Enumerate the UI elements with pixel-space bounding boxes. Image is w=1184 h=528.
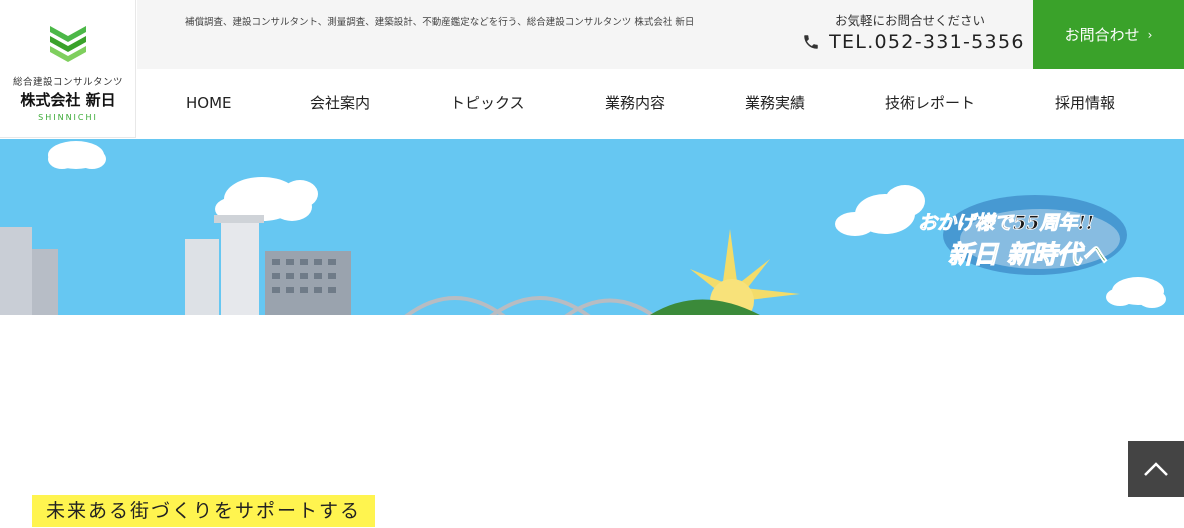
logo-subtitle: 総合建設コンサルタンツ (12, 77, 123, 88)
chevron-stack-logo-icon (50, 26, 86, 62)
nav-item-recruit[interactable]: 採用情報 (1055, 69, 1115, 138)
logo-roman-name: SHINNICHI (38, 113, 98, 122)
main-navigation: HOME 会社案内 トピックス 業務内容 業務実績 技術レポート 採用情報 (137, 69, 1184, 138)
bridge-illustration (404, 296, 656, 315)
slogan-heading: 未来ある街づくりをサポートする (32, 495, 376, 527)
nav-item-company[interactable]: 会社案内 (310, 69, 370, 138)
logo-company-name: 株式会社 新日 (20, 91, 116, 109)
chevron-right-icon: › (1147, 27, 1153, 42)
anniversary-badge: おかげ様で55周年!! 新日 新時代へ (918, 195, 1127, 275)
contact-button[interactable]: お問合わせ › (1033, 0, 1184, 69)
cloud-icon (1106, 277, 1166, 308)
cloud-icon (215, 177, 318, 221)
phone-icon (804, 35, 818, 49)
chevron-up-icon (1144, 462, 1168, 476)
nav-item-topics[interactable]: トピックス (450, 69, 525, 138)
phone-number: TEL.052-331-5356 (829, 31, 1025, 53)
header-tagline: 補償調査、建設コンサルタント、測量調査、建築設計、不動産鑑定などを行う、総合建設… (185, 17, 695, 28)
contact-caption: お気軽にお問合せください (835, 13, 986, 28)
nav-item-home[interactable]: HOME (186, 69, 232, 138)
building-illustration (0, 215, 351, 315)
cloud-icon (48, 141, 106, 169)
nav-item-tech-report[interactable]: 技術レポート (885, 69, 975, 138)
cloud-icon (835, 185, 925, 236)
contact-button-label: お問合わせ (1064, 26, 1140, 44)
anniversary-line2: 新日 新時代へ (948, 240, 1108, 269)
hero-banner: おかげ様で55周年!! 新日 新時代へ (0, 139, 1184, 315)
phone-number-link[interactable]: TEL.052-331-5356 (802, 31, 1025, 53)
header-topbar: 補償調査、建設コンサルタント、測量調査、建築設計、不動産鑑定などを行う、総合建設… (137, 0, 1033, 69)
nav-item-services[interactable]: 業務内容 (605, 69, 665, 138)
scroll-to-top-button[interactable] (1128, 441, 1184, 497)
site-logo[interactable]: 総合建設コンサルタンツ 株式会社 新日 SHINNICHI (0, 0, 136, 138)
anniversary-line1: おかげ様で55周年!! (918, 212, 1094, 234)
nav-item-achievements[interactable]: 業務実績 (745, 69, 805, 138)
